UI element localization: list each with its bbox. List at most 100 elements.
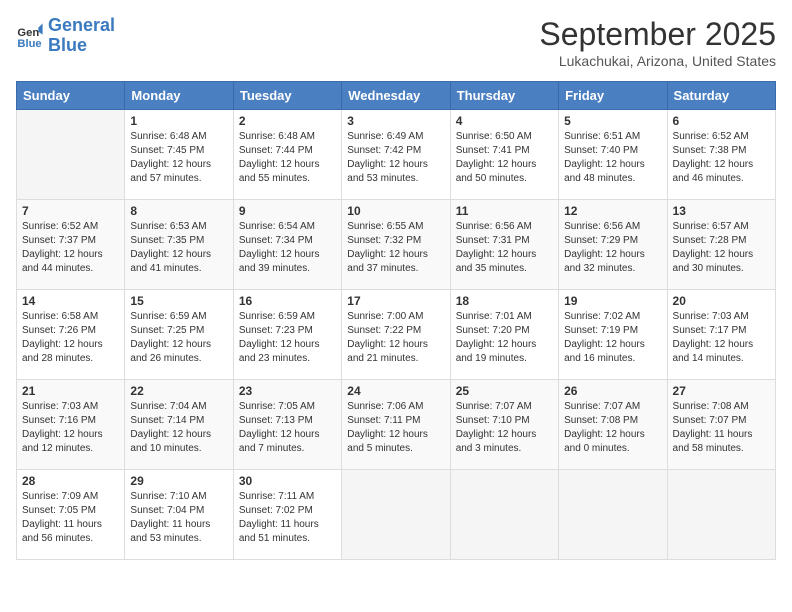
- calendar-cell: 21Sunrise: 7:03 AMSunset: 7:16 PMDayligh…: [17, 380, 125, 470]
- calendar-cell: 20 Sunrise: 7:03 AMSunset: 7:17 PMDayligh…: [667, 290, 775, 380]
- calendar-week-row: 7Sunrise: 6:52 AMSunset: 7:37 PMDaylight…: [17, 200, 776, 290]
- calendar-cell: 18Sunrise: 7:01 AMSunset: 7:20 PMDayligh…: [450, 290, 558, 380]
- day-number: 19: [564, 294, 661, 308]
- calendar-cell: 7Sunrise: 6:52 AMSunset: 7:37 PMDaylight…: [17, 200, 125, 290]
- day-info: Sunrise: 6:56 AMSunset: 7:29 PMDaylight:…: [564, 220, 661, 276]
- calendar-cell: [667, 470, 775, 560]
- day-number: 11: [456, 204, 553, 218]
- day-number: 25: [456, 384, 553, 398]
- day-info: Sunrise: 7:00 AMSunset: 7:22 PMDaylight:…: [347, 310, 444, 366]
- day-header-tuesday: Tuesday: [233, 82, 341, 110]
- calendar-cell: 8 Sunrise: 6:53 AMSunset: 7:35 PMDaylight…: [125, 200, 233, 290]
- calendar-cell: 10Sunrise: 6:55 AMSunset: 7:32 PMDayligh…: [342, 200, 450, 290]
- day-info: Sunrise: 6:55 AMSunset: 7:32 PMDaylight:…: [347, 220, 444, 276]
- day-info: Sunrise: 7:11 AMSunset: 7:02 PMDaylight:…: [239, 490, 336, 546]
- day-number: 9: [239, 204, 336, 218]
- svg-text:Gen: Gen: [17, 27, 39, 39]
- day-number: 22: [130, 384, 227, 398]
- day-number: 27: [673, 384, 770, 398]
- calendar-week-row: 21Sunrise: 7:03 AMSunset: 7:16 PMDayligh…: [17, 380, 776, 470]
- calendar-cell: 6Sunrise: 6:52 AMSunset: 7:38 PMDaylight…: [667, 110, 775, 200]
- day-info: Sunrise: 7:08 AMSunset: 7:07 PMDaylight:…: [673, 400, 770, 456]
- calendar-week-row: 28 Sunrise: 7:09 AMSunset: 7:05 PMDayligh…: [17, 470, 776, 560]
- day-number: 20: [673, 294, 770, 308]
- calendar-cell: [17, 110, 125, 200]
- day-info: Sunrise: 7:07 AMSunset: 7:08 PMDaylight:…: [564, 400, 661, 456]
- calendar-cell: 26Sunrise: 7:07 AMSunset: 7:08 PMDayligh…: [559, 380, 667, 470]
- calendar-cell: 27 Sunrise: 7:08 AMSunset: 7:07 PMDayligh…: [667, 380, 775, 470]
- day-info: Sunrise: 6:57 AMSunset: 7:28 PMDaylight:…: [673, 220, 770, 276]
- calendar-cell: 23 Sunrise: 7:05 AMSunset: 7:13 PMDayligh…: [233, 380, 341, 470]
- day-info: Sunrise: 6:58 AMSunset: 7:26 PMDaylight:…: [22, 310, 119, 366]
- calendar-cell: 22 Sunrise: 7:04 AMSunset: 7:14 PMDayligh…: [125, 380, 233, 470]
- calendar-cell: 24 Sunrise: 7:06 AMSunset: 7:11 PMDayligh…: [342, 380, 450, 470]
- day-info: Sunrise: 6:56 AMSunset: 7:31 PMDaylight:…: [456, 220, 553, 276]
- day-number: 28: [22, 474, 119, 488]
- day-info: Sunrise: 6:54 AMSunset: 7:34 PMDaylight:…: [239, 220, 336, 276]
- calendar-cell: 28 Sunrise: 7:09 AMSunset: 7:05 PMDayligh…: [17, 470, 125, 560]
- day-info: Sunrise: 6:53 AMSunset: 7:35 PMDaylight:…: [130, 220, 227, 276]
- day-info: Sunrise: 7:03 AMSunset: 7:17 PMDaylight:…: [673, 310, 770, 366]
- calendar-table: SundayMondayTuesdayWednesdayThursdayFrid…: [16, 81, 776, 560]
- day-info: Sunrise: 6:59 AMSunset: 7:23 PMDaylight:…: [239, 310, 336, 366]
- logo-icon: Gen Blue: [16, 22, 44, 50]
- calendar-cell: 15 Sunrise: 6:59 AMSunset: 7:25 PMDayligh…: [125, 290, 233, 380]
- calendar-cell: 2Sunrise: 6:48 AMSunset: 7:44 PMDaylight…: [233, 110, 341, 200]
- calendar-week-row: 14Sunrise: 6:58 AMSunset: 7:26 PMDayligh…: [17, 290, 776, 380]
- day-info: Sunrise: 6:49 AMSunset: 7:42 PMDaylight:…: [347, 130, 444, 186]
- page-header: Gen Blue General Blue September 2025 Luk…: [16, 16, 776, 69]
- day-info: Sunrise: 7:06 AMSunset: 7:11 PMDaylight:…: [347, 400, 444, 456]
- day-number: 21: [22, 384, 119, 398]
- calendar-cell: 30 Sunrise: 7:11 AMSunset: 7:02 PMDayligh…: [233, 470, 341, 560]
- calendar-cell: 4 Sunrise: 6:50 AMSunset: 7:41 PMDaylight…: [450, 110, 558, 200]
- calendar-cell: [342, 470, 450, 560]
- day-info: Sunrise: 7:07 AMSunset: 7:10 PMDaylight:…: [456, 400, 553, 456]
- day-number: 13: [673, 204, 770, 218]
- calendar-cell: 11 Sunrise: 6:56 AMSunset: 7:31 PMDayligh…: [450, 200, 558, 290]
- calendar-cell: 1Sunrise: 6:48 AMSunset: 7:45 PMDaylight…: [125, 110, 233, 200]
- day-info: Sunrise: 7:02 AMSunset: 7:19 PMDaylight:…: [564, 310, 661, 366]
- calendar-cell: 3Sunrise: 6:49 AMSunset: 7:42 PMDaylight…: [342, 110, 450, 200]
- calendar-cell: 16 Sunrise: 6:59 AMSunset: 7:23 PMDayligh…: [233, 290, 341, 380]
- day-number: 8: [130, 204, 227, 218]
- day-header-sunday: Sunday: [17, 82, 125, 110]
- day-info: Sunrise: 7:09 AMSunset: 7:05 PMDaylight:…: [22, 490, 119, 546]
- calendar-body: 1Sunrise: 6:48 AMSunset: 7:45 PMDaylight…: [17, 110, 776, 560]
- day-header-thursday: Thursday: [450, 82, 558, 110]
- logo-text2: Blue: [48, 36, 115, 56]
- calendar-cell: 14Sunrise: 6:58 AMSunset: 7:26 PMDayligh…: [17, 290, 125, 380]
- day-info: Sunrise: 7:10 AMSunset: 7:04 PMDaylight:…: [130, 490, 227, 546]
- day-number: 23: [239, 384, 336, 398]
- day-number: 30: [239, 474, 336, 488]
- day-info: Sunrise: 7:01 AMSunset: 7:20 PMDaylight:…: [456, 310, 553, 366]
- svg-text:Blue: Blue: [17, 38, 41, 50]
- day-info: Sunrise: 6:52 AMSunset: 7:38 PMDaylight:…: [673, 130, 770, 186]
- day-info: Sunrise: 7:05 AMSunset: 7:13 PMDaylight:…: [239, 400, 336, 456]
- day-number: 29: [130, 474, 227, 488]
- day-number: 1: [130, 114, 227, 128]
- calendar-week-row: 1Sunrise: 6:48 AMSunset: 7:45 PMDaylight…: [17, 110, 776, 200]
- calendar-cell: [450, 470, 558, 560]
- logo: Gen Blue General Blue: [16, 16, 115, 56]
- calendar-header-row: SundayMondayTuesdayWednesdayThursdayFrid…: [17, 82, 776, 110]
- day-header-saturday: Saturday: [667, 82, 775, 110]
- calendar-cell: 17Sunrise: 7:00 AMSunset: 7:22 PMDayligh…: [342, 290, 450, 380]
- day-number: 15: [130, 294, 227, 308]
- day-number: 24: [347, 384, 444, 398]
- day-header-friday: Friday: [559, 82, 667, 110]
- day-header-monday: Monday: [125, 82, 233, 110]
- day-info: Sunrise: 7:04 AMSunset: 7:14 PMDaylight:…: [130, 400, 227, 456]
- day-info: Sunrise: 6:51 AMSunset: 7:40 PMDaylight:…: [564, 130, 661, 186]
- day-info: Sunrise: 6:50 AMSunset: 7:41 PMDaylight:…: [456, 130, 553, 186]
- day-number: 4: [456, 114, 553, 128]
- day-number: 7: [22, 204, 119, 218]
- calendar-cell: 25 Sunrise: 7:07 AMSunset: 7:10 PMDayligh…: [450, 380, 558, 470]
- day-info: Sunrise: 6:59 AMSunset: 7:25 PMDaylight:…: [130, 310, 227, 366]
- calendar-cell: 19 Sunrise: 7:02 AMSunset: 7:19 PMDayligh…: [559, 290, 667, 380]
- day-number: 5: [564, 114, 661, 128]
- calendar-cell: 5 Sunrise: 6:51 AMSunset: 7:40 PMDaylight…: [559, 110, 667, 200]
- title-block: September 2025 Lukachukai, Arizona, Unit…: [539, 16, 776, 69]
- day-number: 16: [239, 294, 336, 308]
- calendar-cell: 29 Sunrise: 7:10 AMSunset: 7:04 PMDayligh…: [125, 470, 233, 560]
- day-number: 12: [564, 204, 661, 218]
